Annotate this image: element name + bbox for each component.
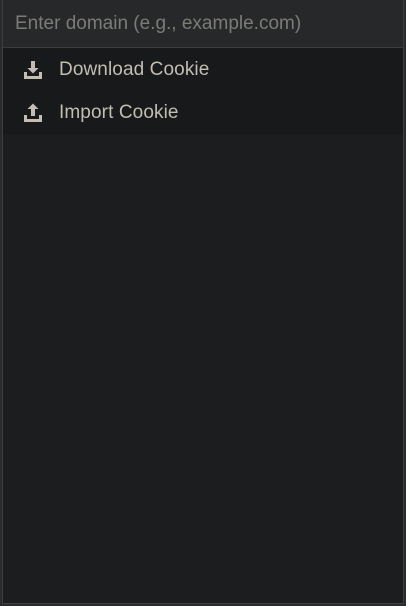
download-cookie-label: Download Cookie: [59, 58, 210, 80]
download-icon: [22, 59, 44, 81]
download-cookie-item[interactable]: Download Cookie: [3, 48, 403, 91]
cookie-popup: Download Cookie Import Cookie: [2, 0, 404, 604]
action-menu: Download Cookie Import Cookie: [3, 48, 403, 134]
import-cookie-item[interactable]: Import Cookie: [3, 91, 403, 134]
domain-input[interactable]: [3, 0, 403, 47]
import-cookie-label: Import Cookie: [59, 101, 179, 123]
domain-search-box: [3, 0, 403, 48]
upload-icon: [22, 102, 44, 124]
